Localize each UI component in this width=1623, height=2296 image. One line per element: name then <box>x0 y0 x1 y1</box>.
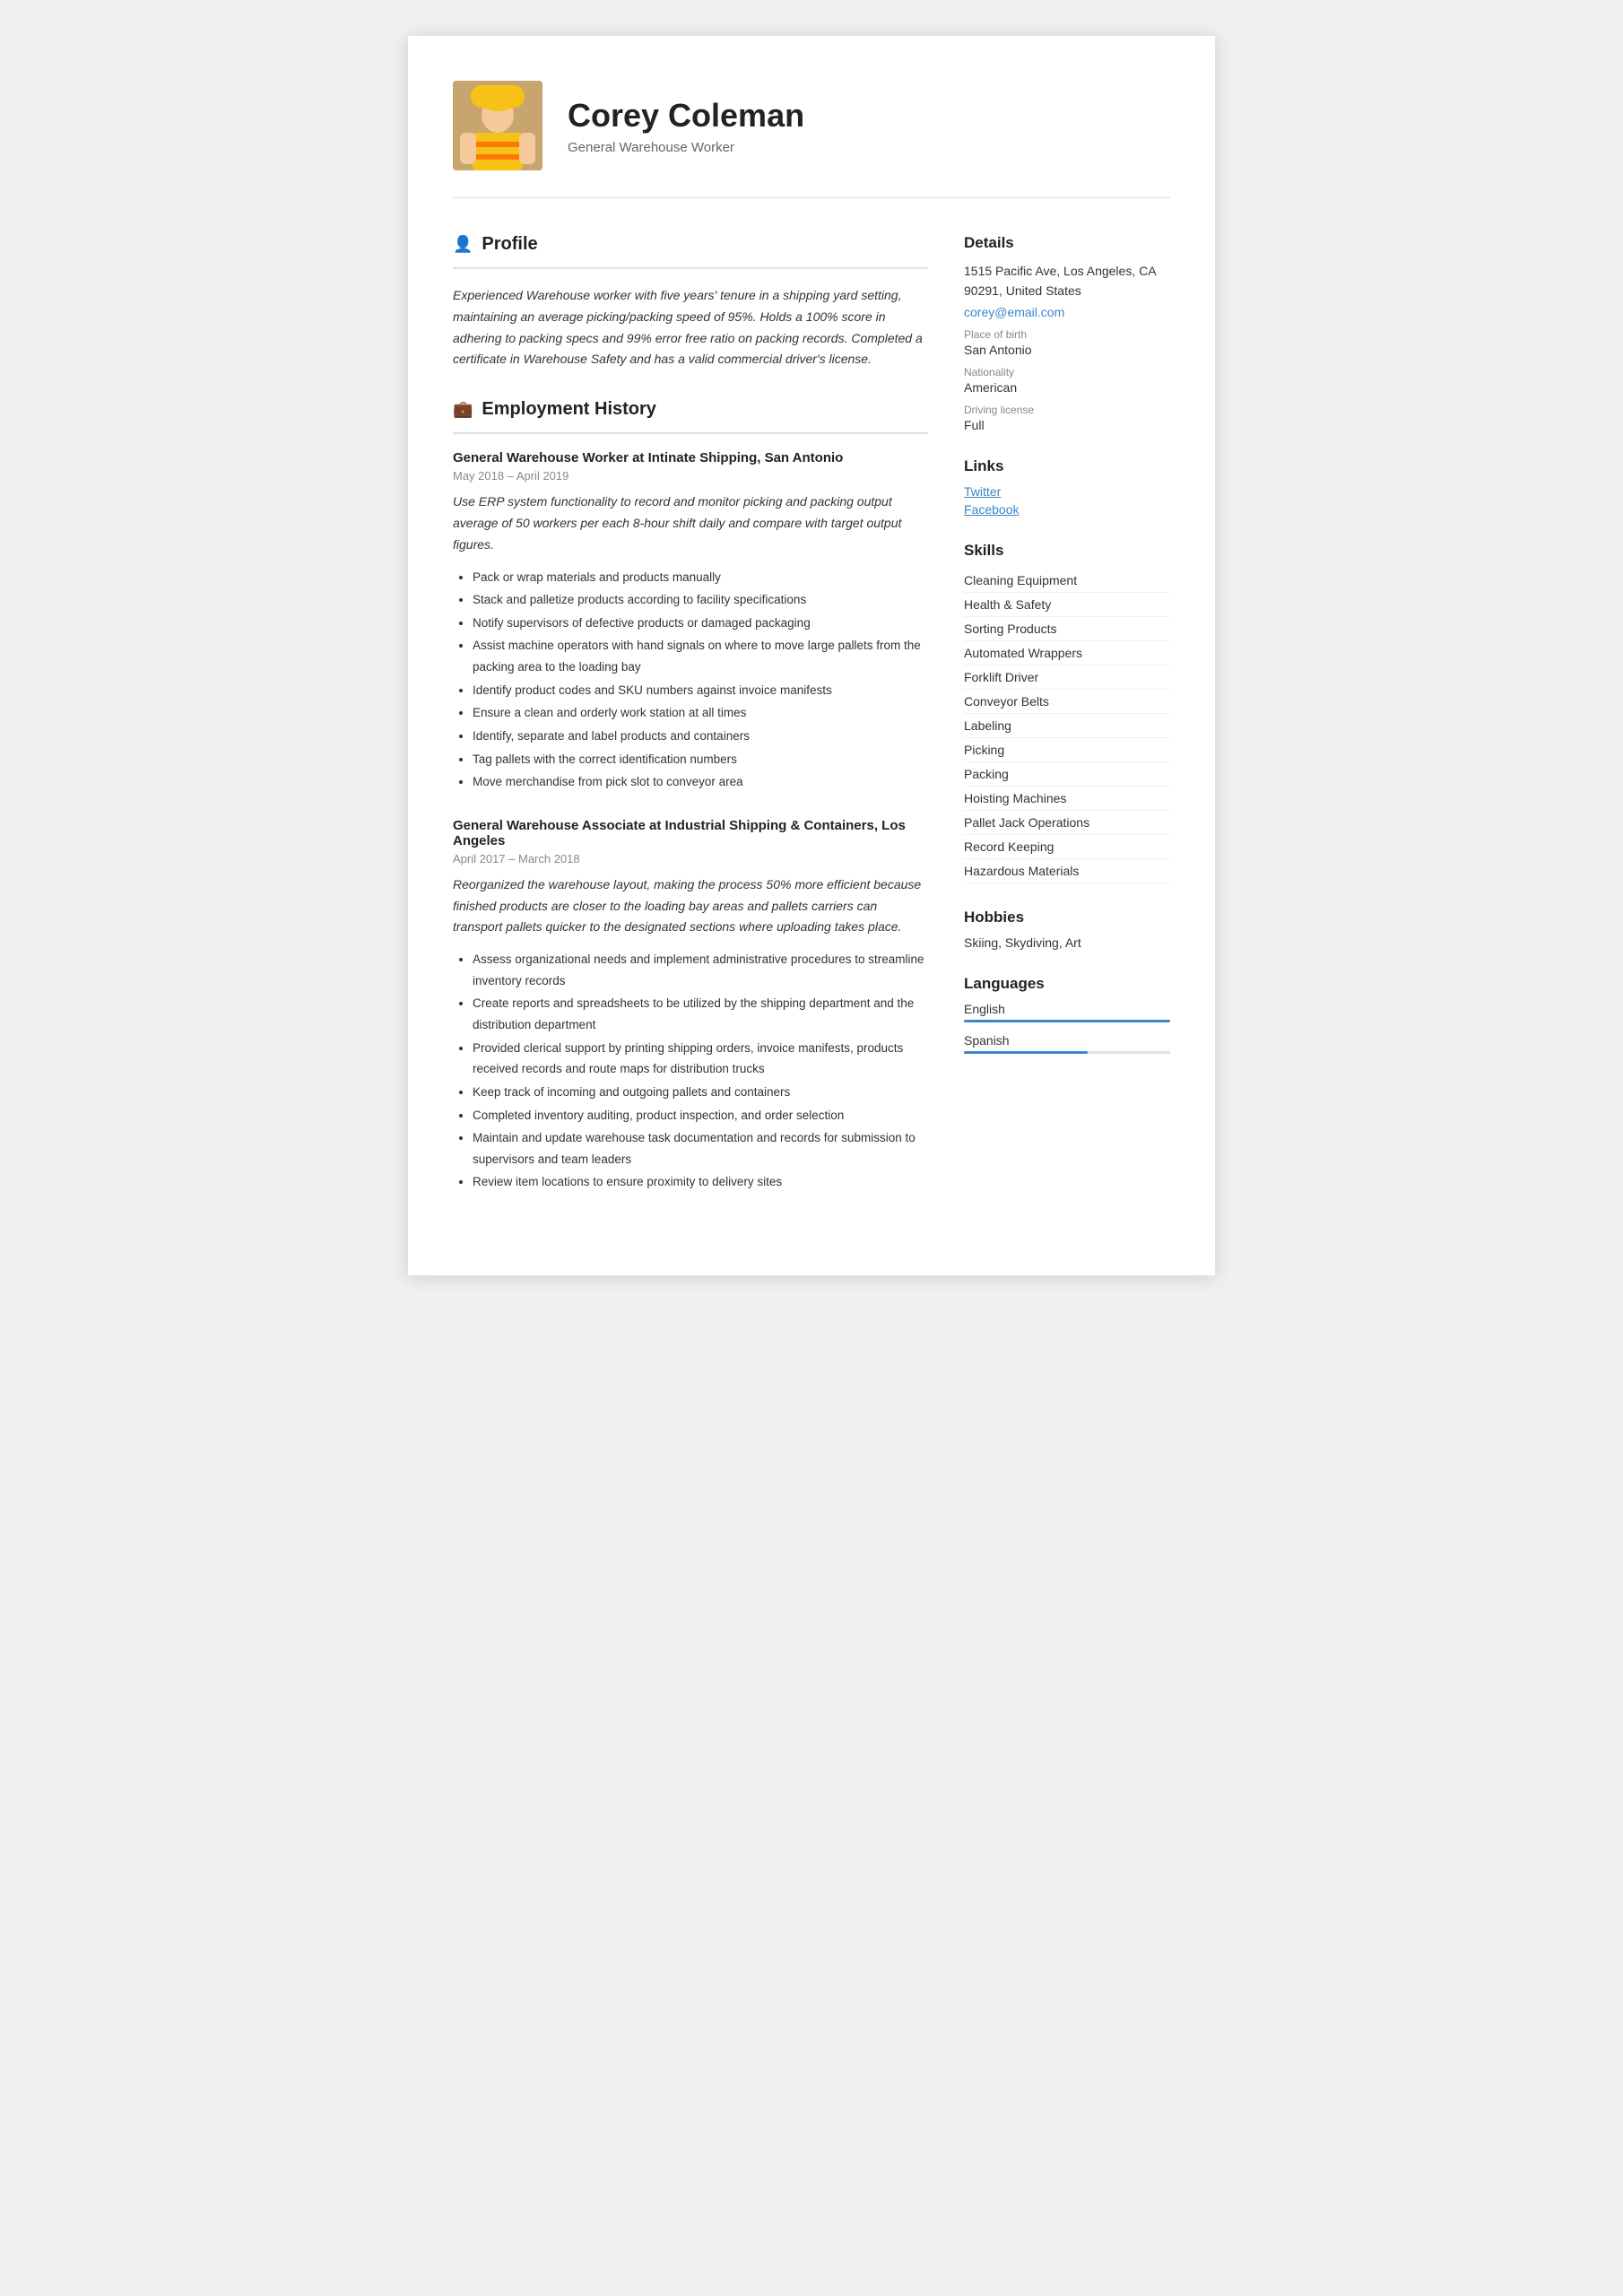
profile-section: 👤 Profile Experienced Warehouse worker w… <box>453 234 928 370</box>
nationality-label: Nationality <box>964 366 1170 378</box>
employment-section-title: 💼 Employment History <box>453 399 928 420</box>
detail-address: 1515 Pacific Ave, Los Angeles, CA 90291,… <box>964 261 1170 301</box>
nationality-value: American <box>964 380 1170 395</box>
language-bar-fill <box>964 1020 1170 1022</box>
profile-icon: 👤 <box>453 235 473 254</box>
details-title: Details <box>964 234 1170 252</box>
employment-icon: 💼 <box>453 400 473 419</box>
place-of-birth-label: Place of birth <box>964 328 1170 341</box>
skill-item: Forklift Driver <box>964 665 1170 690</box>
profile-text: Experienced Warehouse worker with five y… <box>453 285 928 370</box>
jobs-list: General Warehouse Worker at Intinate Shi… <box>453 450 928 1193</box>
skills-section: Skills Cleaning EquipmentHealth & Safety… <box>964 542 1170 883</box>
skill-item: Conveyor Belts <box>964 690 1170 714</box>
resume-document: Corey Coleman General Warehouse Worker 👤… <box>408 36 1215 1275</box>
links-title: Links <box>964 457 1170 475</box>
avatar <box>453 81 542 170</box>
hobbies-text: Skiing, Skydiving, Art <box>964 935 1170 950</box>
language-bar-fill <box>964 1051 1088 1054</box>
candidate-title: General Warehouse Worker <box>568 140 1170 155</box>
list-item: Assist machine operators with hand signa… <box>473 635 928 677</box>
details-section: Details 1515 Pacific Ave, Los Angeles, C… <box>964 234 1170 432</box>
list-item: Keep track of incoming and outgoing pall… <box>473 1082 928 1103</box>
skills-list: Cleaning EquipmentHealth & SafetySorting… <box>964 569 1170 883</box>
hobbies-section: Hobbies Skiing, Skydiving, Art <box>964 909 1170 950</box>
job-item: General Warehouse Associate at Industria… <box>453 818 928 1193</box>
list-item: Identify, separate and label products an… <box>473 726 928 747</box>
list-item: Review item locations to ensure proximit… <box>473 1171 928 1193</box>
skill-item: Hazardous Materials <box>964 859 1170 883</box>
job-bullets: Assess organizational needs and implemen… <box>453 949 928 1193</box>
languages-section: Languages English Spanish <box>964 975 1170 1054</box>
job-dates: April 2017 – March 2018 <box>453 852 928 865</box>
skills-title: Skills <box>964 542 1170 560</box>
list-item: Create reports and spreadsheets to be ut… <box>473 993 928 1035</box>
list-item: Ensure a clean and orderly work station … <box>473 702 928 724</box>
resume-header: Corey Coleman General Warehouse Worker <box>453 81 1170 198</box>
skill-item: Sorting Products <box>964 617 1170 641</box>
right-column: Details 1515 Pacific Ave, Los Angeles, C… <box>964 234 1170 1222</box>
language-item: English <box>964 1002 1170 1022</box>
skill-item: Health & Safety <box>964 593 1170 617</box>
skill-item: Packing <box>964 762 1170 787</box>
job-dates: May 2018 – April 2019 <box>453 469 928 483</box>
list-item: Move merchandise from pick slot to conve… <box>473 771 928 793</box>
place-of-birth-value: San Antonio <box>964 343 1170 357</box>
list-item: Completed inventory auditing, product in… <box>473 1105 928 1126</box>
skill-item: Cleaning Equipment <box>964 569 1170 593</box>
job-description: Reorganized the warehouse layout, making… <box>453 874 928 938</box>
list-item: Tag pallets with the correct identificat… <box>473 749 928 770</box>
list-item: Pack or wrap materials and products manu… <box>473 567 928 588</box>
language-item: Spanish <box>964 1033 1170 1054</box>
main-layout: 👤 Profile Experienced Warehouse worker w… <box>453 234 1170 1222</box>
languages-list: English Spanish <box>964 1002 1170 1054</box>
list-item: Notify supervisors of defective products… <box>473 613 928 634</box>
list-item: Identify product codes and SKU numbers a… <box>473 680 928 701</box>
job-title: General Warehouse Associate at Industria… <box>453 818 928 848</box>
driving-value: Full <box>964 418 1170 432</box>
language-bar-bg <box>964 1051 1170 1054</box>
skill-item: Hoisting Machines <box>964 787 1170 811</box>
skill-item: Automated Wrappers <box>964 641 1170 665</box>
list-item: Maintain and update warehouse task docum… <box>473 1127 928 1170</box>
hobbies-title: Hobbies <box>964 909 1170 926</box>
skill-item: Pallet Jack Operations <box>964 811 1170 835</box>
link-item[interactable]: Facebook <box>964 502 1170 517</box>
skill-item: Labeling <box>964 714 1170 738</box>
languages-title: Languages <box>964 975 1170 993</box>
job-item: General Warehouse Worker at Intinate Shi… <box>453 450 928 793</box>
header-info: Corey Coleman General Warehouse Worker <box>568 97 1170 155</box>
links-section: Links Twitter Facebook <box>964 457 1170 517</box>
list-item: Provided clerical support by printing sh… <box>473 1038 928 1080</box>
detail-email: corey@email.com <box>964 305 1170 319</box>
language-name: English <box>964 1002 1170 1016</box>
list-item: Stack and palletize products according t… <box>473 589 928 611</box>
job-bullets: Pack or wrap materials and products manu… <box>453 567 928 793</box>
profile-section-title: 👤 Profile <box>453 234 928 255</box>
skill-item: Picking <box>964 738 1170 762</box>
employment-section: 💼 Employment History General Warehouse W… <box>453 399 928 1193</box>
links-list: Twitter Facebook <box>964 484 1170 517</box>
skill-item: Record Keeping <box>964 835 1170 859</box>
language-name: Spanish <box>964 1033 1170 1048</box>
job-title: General Warehouse Worker at Intinate Shi… <box>453 450 928 465</box>
list-item: Assess organizational needs and implemen… <box>473 949 928 991</box>
language-bar-bg <box>964 1020 1170 1022</box>
link-item[interactable]: Twitter <box>964 484 1170 499</box>
job-description: Use ERP system functionality to record a… <box>453 491 928 555</box>
left-column: 👤 Profile Experienced Warehouse worker w… <box>453 234 928 1222</box>
driving-label: Driving license <box>964 404 1170 416</box>
candidate-name: Corey Coleman <box>568 97 1170 135</box>
